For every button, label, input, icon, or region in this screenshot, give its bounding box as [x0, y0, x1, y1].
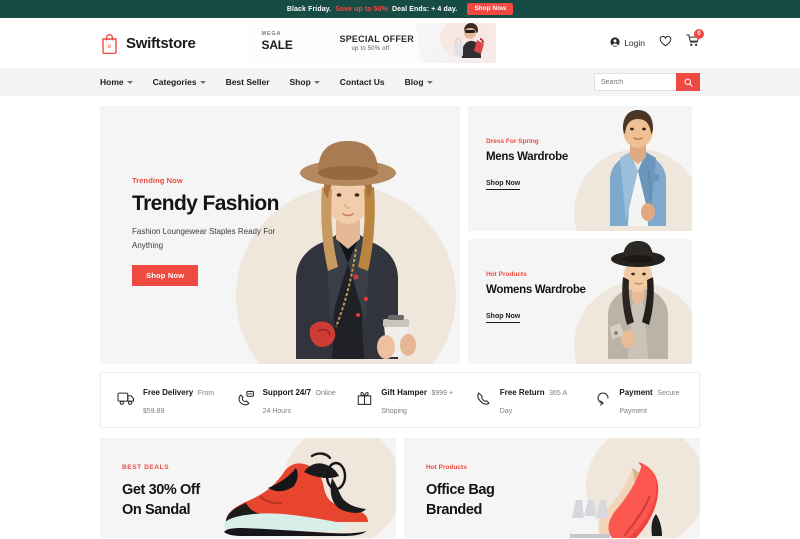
nav-label: Shop [289, 77, 311, 87]
chevron-down-icon [426, 80, 433, 84]
announcement-shop-now-button[interactable]: Shop Now [467, 3, 514, 15]
nav-list: Home Categories Best Seller Shop Contact… [100, 77, 433, 87]
chevron-down-icon [313, 80, 320, 84]
promo-offer-subtitle: up to 50% off [351, 46, 390, 52]
side-card-title: Mens Wardrobe [486, 151, 568, 163]
side-card-eyebrow: Dress For Spring [486, 138, 539, 145]
brand-logo[interactable]: e Swiftstore [100, 33, 196, 54]
promo-mega-label: MEGA [261, 31, 282, 37]
feature-text: Gift Hamper $999 + Shoping [381, 382, 460, 418]
heels-image [546, 448, 696, 538]
nav-item-contact-us[interactable]: Contact Us [340, 77, 385, 87]
wishlist-button[interactable] [659, 34, 672, 52]
hero-model-image [244, 129, 444, 364]
header-actions: Login 0 [610, 29, 704, 52]
promo-card-eyebrow: BEST DEALS [122, 464, 170, 471]
nav-item-blog[interactable]: Blog [405, 77, 433, 87]
nav-item-best-seller[interactable]: Best Seller [226, 77, 270, 87]
womens-model-image [590, 241, 686, 364]
feature-text: Support 24/7 Online 24 Hours [263, 382, 341, 418]
side-card-copy: Hot Products Womens Wardrobe Shop Now [486, 271, 586, 323]
cart-count-badge: 0 [694, 29, 704, 39]
nav-label: Blog [404, 77, 424, 87]
promo-offer-label: SPECIAL OFFER [339, 34, 414, 44]
promo-card-row: BEST DEALS Get 30% Off On Sandal Hot Pro… [100, 438, 700, 538]
hero-row: Trending Now Trendy Fashion Fashion Loun… [100, 106, 700, 364]
side-card-shop-now-link[interactable]: Shop Now [486, 180, 521, 190]
truck-icon [117, 390, 135, 411]
nav-label: Categories [152, 77, 197, 87]
announcement-text-before: Black Friday. [286, 5, 332, 13]
search-bar [594, 73, 700, 91]
main-navigation: Home Categories Best Seller Shop Contact… [0, 68, 800, 96]
refresh-icon [595, 390, 611, 411]
promo-sale-label: SALE [261, 38, 293, 52]
svg-text:e: e [108, 44, 112, 50]
hero-banner[interactable]: Trending Now Trendy Fashion Fashion Loun… [100, 106, 460, 364]
feature-text: Payment Secure Payment [619, 382, 699, 418]
side-card-copy: Dress For Spring Mens Wardrobe Shop Now [486, 138, 568, 190]
side-card-eyebrow: Hot Products [486, 271, 527, 278]
login-label: Login [624, 38, 645, 48]
promo-card-eyebrow: Hot Products [426, 464, 467, 471]
promo-card-sandal[interactable]: BEST DEALS Get 30% Off On Sandal [100, 438, 396, 538]
announcement-text-after: Deal Ends: + 4 day. [391, 5, 458, 13]
side-card-mens-wardrobe[interactable]: Dress For Spring Mens Wardrobe Shop Now [468, 106, 692, 231]
nav-label: Contact Us [339, 77, 385, 87]
nav-item-shop[interactable]: Shop [290, 77, 320, 87]
side-card-title: Womens Wardrobe [486, 284, 586, 296]
side-card-shop-now-link[interactable]: Shop Now [486, 313, 521, 323]
nav-item-home[interactable]: Home [100, 77, 133, 87]
headset-icon [237, 390, 255, 411]
feature-text: Free Return 365 A Day [500, 382, 580, 418]
promo-card-copy: Hot Products Office Bag Branded [426, 464, 495, 520]
promo-shopper-image [436, 23, 492, 63]
side-card-womens-wardrobe[interactable]: Hot Products Womens Wardrobe Shop Now [468, 239, 692, 364]
mens-model-image [590, 108, 686, 231]
shopping-bag-icon: e [100, 33, 119, 54]
phone-icon [476, 390, 492, 411]
promo-card-copy: BEST DEALS Get 30% Off On Sandal [122, 464, 200, 520]
nav-label: Home [100, 77, 124, 87]
search-icon [684, 75, 693, 90]
announcement-discount: Save up to 50% [335, 5, 388, 13]
user-icon [610, 37, 620, 49]
promo-card-title-line1: Get 30% Off [122, 482, 200, 498]
main-content: Trending Now Trendy Fashion Fashion Loun… [0, 96, 800, 538]
feature-payment: Payment Secure Payment [579, 382, 699, 418]
side-card-column: Dress For Spring Mens Wardrobe Shop Now [468, 106, 692, 364]
feature-title: Support 24/7 [262, 388, 312, 397]
promo-card-title-line1: Office Bag [426, 482, 495, 498]
feature-title: Payment [619, 388, 653, 397]
feature-support: Support 24/7 Online 24 Hours [221, 382, 341, 418]
feature-title: Gift Hamper [381, 388, 427, 397]
chevron-down-icon [199, 80, 206, 84]
promo-card-title-line2: Branded [426, 502, 483, 518]
site-header: e Swiftstore MEGA SALE SPECIAL OFFER up … [0, 18, 800, 68]
nav-item-categories[interactable]: Categories [153, 77, 206, 87]
promo-card-office-bag[interactable]: Hot Products Office Bag Branded [404, 438, 700, 538]
header-promo-banner[interactable]: MEGA SALE SPECIAL OFFER up to 50% off [247, 23, 496, 63]
cart-button[interactable]: 0 [686, 29, 704, 52]
search-button[interactable] [676, 73, 700, 91]
search-input[interactable] [594, 73, 676, 91]
promo-card-title-line2: On Sandal [122, 502, 191, 518]
nav-label: Best Seller [225, 77, 270, 87]
feature-free-return: Free Return 365 A Day [460, 382, 580, 418]
feature-title: Free Delivery [143, 388, 194, 397]
feature-free-delivery: Free Delivery From $59.89 [101, 382, 221, 418]
brand-name: Swiftstore [126, 34, 196, 52]
feature-gift-hamper: Gift Hamper $999 + Shoping [340, 382, 460, 418]
chevron-down-icon [126, 80, 133, 84]
heart-icon [659, 34, 672, 52]
gift-icon [356, 390, 373, 411]
feature-title: Free Return [499, 388, 545, 397]
announcement-bar: Black Friday. Save up to 50% Deal Ends: … [0, 0, 800, 18]
hero-shop-now-button[interactable]: Shop Now [132, 265, 199, 286]
features-bar: Free Delivery From $59.89 Support 24/7 O… [100, 372, 700, 428]
feature-text: Free Delivery From $59.89 [143, 382, 221, 418]
login-button[interactable]: Login [610, 37, 645, 49]
sneaker-image [208, 446, 388, 538]
